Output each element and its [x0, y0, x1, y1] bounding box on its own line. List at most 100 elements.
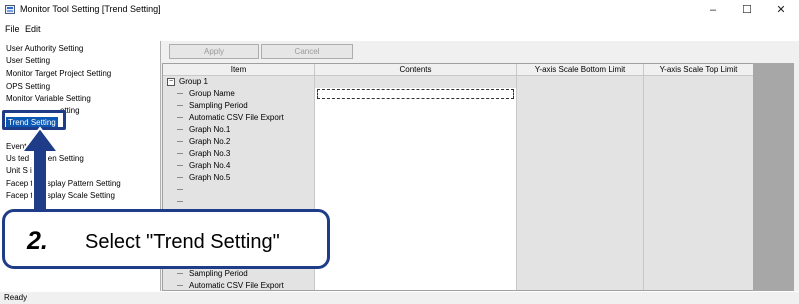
contents-cell[interactable] [315, 112, 517, 124]
sidebar-item-monitor-variable[interactable]: Monitor Variable Setting [6, 93, 91, 104]
contents-cell[interactable] [315, 220, 517, 232]
sidebar-item-user-setting[interactable]: User Setting [6, 55, 50, 66]
pointer-arrow-icon [20, 126, 60, 211]
contents-cell[interactable] [315, 268, 517, 280]
contents-cell[interactable] [315, 148, 517, 160]
y-bottom-cell[interactable] [517, 136, 644, 148]
y-top-cell[interactable] [644, 148, 754, 160]
y-top-cell[interactable] [644, 172, 754, 184]
table-row[interactable]: Graph No.3 [163, 148, 782, 160]
row-label: Sampling Period [189, 101, 248, 110]
focus-rectangle [317, 89, 514, 99]
y-bottom-cell [517, 268, 644, 280]
item-cell: Group Name [163, 88, 315, 100]
table-row[interactable] [163, 196, 782, 208]
y-bottom-cell[interactable] [517, 184, 644, 196]
y-top-cell [644, 100, 754, 112]
group-y-top-cell [644, 76, 754, 88]
contents-cell[interactable] [315, 88, 517, 100]
contents-cell[interactable] [315, 100, 517, 112]
table-row[interactable]: Graph No.4 [163, 160, 782, 172]
table-row[interactable]: Graph No.2 [163, 136, 782, 148]
table-row[interactable]: Automatic CSV File Export [163, 280, 782, 290]
y-bottom-cell[interactable] [517, 208, 644, 220]
scroll-area[interactable] [753, 63, 794, 291]
y-top-cell[interactable] [644, 124, 754, 136]
contents-cell[interactable] [315, 184, 517, 196]
contents-cell[interactable] [315, 208, 517, 220]
y-bottom-cell [517, 112, 644, 124]
y-bottom-cell[interactable] [517, 196, 644, 208]
contents-cell[interactable] [315, 136, 517, 148]
status-text: Ready [4, 293, 28, 302]
tree-connector [177, 177, 183, 178]
sidebar-item-user-authority[interactable]: User Authority Setting [6, 43, 83, 54]
menu-file[interactable]: File [5, 24, 20, 34]
collapse-icon[interactable]: − [167, 78, 175, 86]
y-top-cell[interactable] [644, 160, 754, 172]
y-top-cell[interactable] [644, 232, 754, 244]
contents-cell[interactable] [315, 196, 517, 208]
contents-cell[interactable] [315, 244, 517, 256]
table-row[interactable]: Group Name [163, 88, 782, 100]
sidebar-item-ops-setting[interactable]: OPS Setting [6, 81, 50, 92]
row-label: Graph No.1 [189, 125, 231, 134]
y-top-cell[interactable] [644, 208, 754, 220]
y-bottom-cell[interactable] [517, 124, 644, 136]
tree-connector [177, 285, 183, 286]
contents-cell[interactable] [315, 232, 517, 244]
contents-cell[interactable] [315, 160, 517, 172]
y-bottom-cell[interactable] [517, 160, 644, 172]
y-bottom-cell[interactable] [517, 256, 644, 268]
contents-cell[interactable] [315, 172, 517, 184]
item-cell: Automatic CSV File Export [163, 112, 315, 124]
tree-connector [177, 201, 183, 202]
tree-connector [177, 153, 183, 154]
apply-button[interactable]: Apply [169, 44, 259, 59]
y-top-cell[interactable] [644, 256, 754, 268]
y-top-cell[interactable] [644, 220, 754, 232]
maximize-button[interactable]: ☐ [734, 1, 760, 19]
row-label: Automatic CSV File Export [189, 281, 284, 290]
tree-connector [177, 117, 183, 118]
y-top-cell[interactable] [644, 196, 754, 208]
y-bottom-cell[interactable] [517, 244, 644, 256]
table-row[interactable]: Automatic CSV File Export [163, 112, 782, 124]
y-bottom-cell[interactable] [517, 220, 644, 232]
menu-edit[interactable]: Edit [25, 24, 41, 34]
y-top-cell[interactable] [644, 184, 754, 196]
sidebar-item-monitor-target-project[interactable]: Monitor Target Project Setting [6, 68, 111, 79]
y-top-cell[interactable] [644, 244, 754, 256]
y-top-cell[interactable] [644, 136, 754, 148]
table-row[interactable]: Sampling Period [163, 268, 782, 280]
contents-cell[interactable] [315, 256, 517, 268]
step-instruction: Select "Trend Setting" [85, 231, 280, 253]
y-top-cell [644, 268, 754, 280]
y-top-cell [644, 280, 754, 290]
table-row[interactable]: Graph No.5 [163, 172, 782, 184]
group-cell: − Group 1 [163, 76, 315, 88]
row-label: Graph No.5 [189, 173, 231, 182]
y-top-cell [644, 112, 754, 124]
table-row[interactable]: Sampling Period [163, 100, 782, 112]
y-bottom-cell[interactable] [517, 148, 644, 160]
y-top-cell [644, 88, 754, 100]
column-header-item: Item [163, 64, 315, 76]
status-bar: Ready [0, 292, 799, 304]
close-button[interactable]: ✕ [768, 1, 794, 19]
item-cell: Graph No.5 [163, 172, 315, 184]
y-bottom-cell[interactable] [517, 172, 644, 184]
group-label: Group 1 [179, 77, 208, 86]
item-cell: Automatic CSV File Export [163, 280, 315, 290]
cancel-button[interactable]: Cancel [261, 44, 353, 59]
group-row[interactable]: − Group 1 [163, 76, 782, 88]
table-row[interactable] [163, 184, 782, 196]
contents-cell[interactable] [315, 124, 517, 136]
y-bottom-cell[interactable] [517, 232, 644, 244]
table-row[interactable]: Graph No.1 [163, 124, 782, 136]
group-y-bottom-cell [517, 76, 644, 88]
item-cell: Sampling Period [163, 100, 315, 112]
item-cell [163, 196, 315, 208]
minimize-button[interactable]: – [700, 1, 726, 19]
contents-cell[interactable] [315, 280, 517, 290]
